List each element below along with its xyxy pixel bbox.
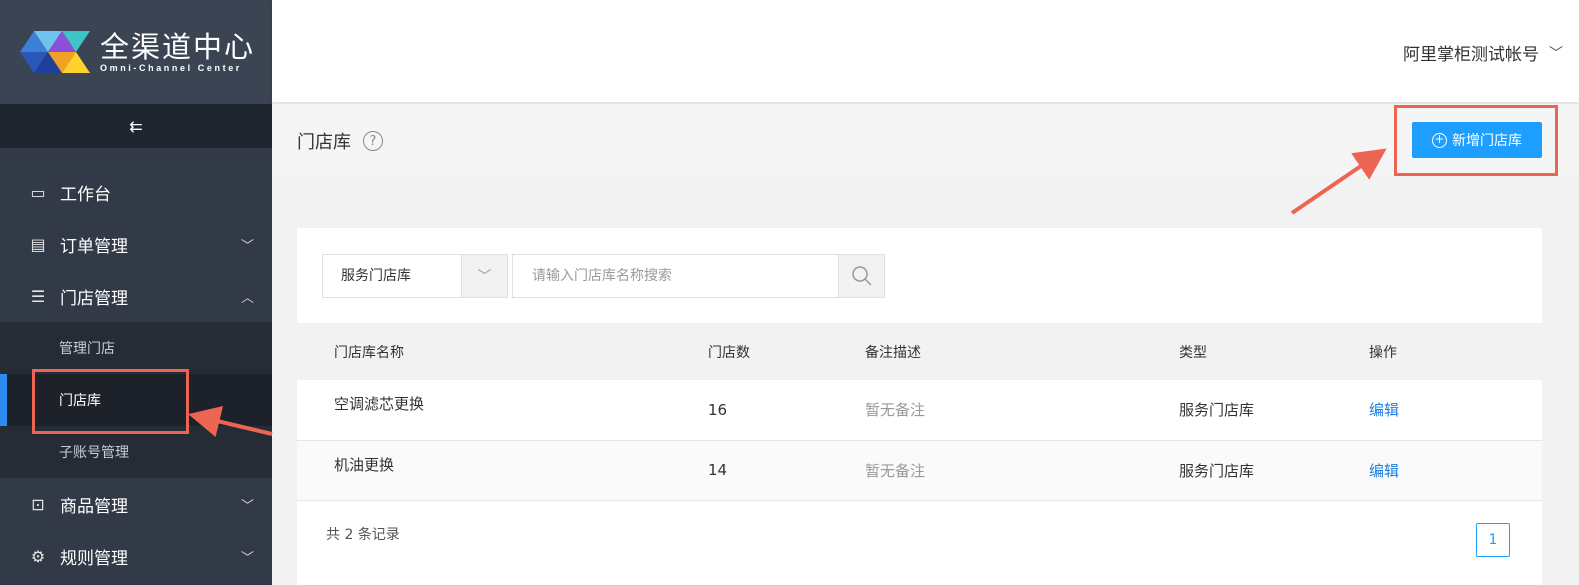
type-select[interactable]: 服务门店库 ﹀ [322,254,508,298]
sidebar-item-workbench[interactable]: ▭ 工作台 [0,166,272,218]
sidebar-item-orders[interactable]: ▤ 订单管理 ﹀ [0,218,272,270]
store-library-table: 门店库名称 门店数 备注描述 类型 操作 空调滤芯更换 16 暂无备注 服务门店… [297,323,1542,501]
page-header: 门店库 ? + 新增门店库 [272,104,1579,176]
row-count: 14 [708,461,728,479]
menu-collapse-icon: ⇇ [129,116,143,136]
app-title: 全渠道中心 [100,30,256,64]
bag-icon: ⊡ [31,494,45,514]
edit-link[interactable]: 编辑 [1369,440,1542,500]
content-card: 服务门店库 ﹀ 门店库名称 门店数 备注描述 类型 操作 空调滤芯更换 16 [297,228,1542,585]
logo-icon [20,31,92,73]
chevron-down-icon: ﹀ [1549,45,1563,62]
pagination-page-1[interactable]: 1 [1476,523,1510,557]
chevron-down-icon: ﹀ [240,498,254,514]
chevron-up-icon: ︿ [240,290,254,306]
account-menu[interactable]: 阿里掌柜测试帐号 ﹀ [1403,40,1563,65]
subitem-label: 管理门店 [59,341,115,357]
chevron-down-icon: ﹀ [240,238,254,254]
table-header-row: 门店库名称 门店数 备注描述 类型 操作 [297,323,1542,380]
chevron-down-icon[interactable]: ﹀ [461,255,507,297]
row-type: 服务门店库 [1179,461,1255,480]
sidebar-item-label: 工作台 [60,184,111,205]
search-button[interactable] [838,255,884,297]
account-name: 阿里掌柜测试帐号 [1403,45,1539,65]
column-header-action: 操作 [1369,344,1397,361]
row-note: 暂无备注 [865,401,926,420]
annotation-highlight-add-button [1394,105,1558,176]
help-icon[interactable]: ? [363,131,383,151]
page-title-text: 门店库 [297,132,351,153]
document-icon: ▤ [30,234,46,254]
annotation-highlight-store-library [32,369,189,434]
row-name: 空调滤芯更换 [334,395,425,414]
column-header-name: 门店库名称 [334,344,404,361]
monitor-icon: ▭ [30,182,46,202]
column-header-count: 门店数 [708,344,750,361]
table-row: 机油更换 14 暂无备注 服务门店库 编辑 [297,440,1542,500]
search-icon [851,266,872,286]
row-note: 暂无备注 [865,461,926,480]
sidebar-item-stores[interactable]: ☰ 门店管理 ︿ [0,270,272,322]
app-subtitle: Omni-Channel Center [100,63,242,73]
type-select-value: 服务门店库 [341,268,411,284]
sidebar-collapse-button[interactable]: ⇇ [0,104,272,148]
search-box [512,254,885,298]
search-input[interactable] [513,255,838,297]
sidebar-item-rules[interactable]: ⚙ 规则管理 ﹀ [0,530,272,582]
row-name: 机油更换 [334,455,395,474]
row-type: 服务门店库 [1179,401,1255,420]
list-icon: ☰ [30,286,46,306]
sidebar-item-label: 门店管理 [60,288,128,309]
page-title: 门店库 ? [297,128,383,154]
record-count: 共 2 条记录 [326,527,400,543]
table-row: 空调滤芯更换 16 暂无备注 服务门店库 编辑 [297,380,1542,440]
top-header: 阿里掌柜测试帐号 ﹀ [272,0,1579,102]
column-header-type: 类型 [1179,344,1207,361]
sidebar-item-label: 订单管理 [60,236,128,257]
logo[interactable]: 全渠道中心 Omni-Channel Center [0,0,272,104]
column-header-note: 备注描述 [865,344,921,361]
edit-link[interactable]: 编辑 [1369,380,1542,440]
sidebar-item-label: 商品管理 [60,496,128,517]
sidebar-subitem-manage-stores[interactable]: 管理门店 [0,322,272,374]
subitem-label: 子账号管理 [59,445,129,461]
row-count: 16 [708,400,728,419]
sidebar-item-label: 规则管理 [60,548,128,569]
sidebar-item-products[interactable]: ⊡ 商品管理 ﹀ [0,478,272,530]
sidebar: 全渠道中心 Omni-Channel Center ⇇ ▭ 工作台 ▤ 订单管理… [0,0,272,585]
gear-icon: ⚙ [30,546,46,566]
chevron-down-icon: ﹀ [240,550,254,566]
